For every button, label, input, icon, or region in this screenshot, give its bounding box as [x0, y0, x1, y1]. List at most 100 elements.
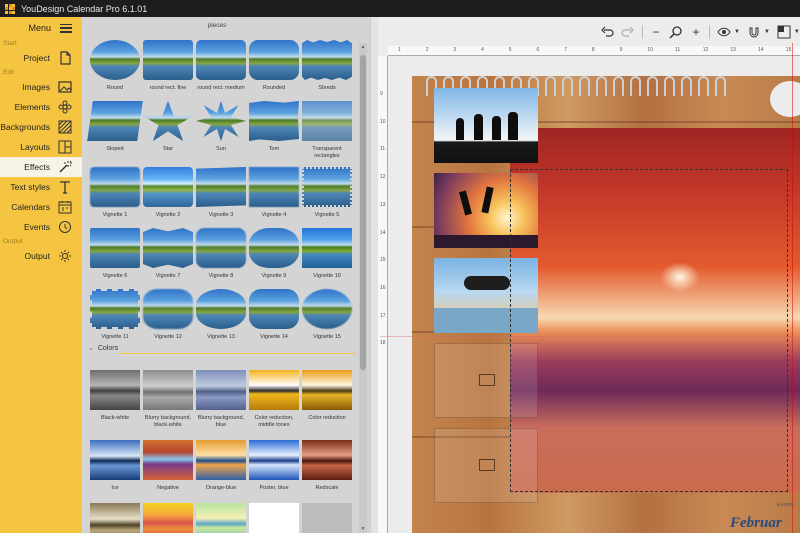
magnet-icon[interactable]	[747, 23, 761, 41]
sidebar-item-label: Text styles	[10, 182, 50, 192]
scroll-thumb[interactable]	[360, 55, 366, 370]
magnet-dropdown-icon[interactable]: ▼	[764, 29, 770, 35]
color-effect-tile[interactable]: Negative	[142, 440, 194, 492]
effect-label: Vignette 15	[313, 334, 341, 340]
effect-tile[interactable]: Vignette 15	[301, 289, 353, 341]
color-effect-tile[interactable]: Ice	[89, 440, 141, 492]
effect-thumbnail	[143, 370, 193, 410]
ruler-tick-label: 15	[785, 47, 792, 53]
sidebar-item-images[interactable]: Images	[0, 77, 82, 97]
effect-tile[interactable]: Shreds	[301, 40, 353, 92]
guide-line-vertical[interactable]	[792, 43, 793, 533]
effect-tile[interactable]: Vignette 13	[195, 289, 247, 341]
sidebar-item-output[interactable]: Output	[0, 246, 82, 266]
gallery-scrollbar[interactable]: ▲ ▼	[359, 43, 367, 533]
section-start: Start	[3, 40, 17, 47]
menu-button[interactable]: Menu	[0, 17, 82, 39]
selection-frame[interactable]	[510, 169, 788, 492]
effect-tile[interactable]: Vignette 2	[142, 167, 194, 219]
scroll-up-icon[interactable]: ▲	[359, 44, 367, 50]
clock-icon	[58, 220, 72, 234]
effect-label: Vignette 10	[313, 273, 341, 279]
effect-tile[interactable]: Vignette 4	[248, 167, 300, 219]
effect-tile[interactable]: Vignette 5	[301, 167, 353, 219]
zoom-icon[interactable]	[669, 23, 683, 41]
effect-tile[interactable]: Vignette 10	[301, 228, 353, 280]
effect-tile[interactable]: Star	[142, 101, 194, 153]
canvas-toolbar: − + ▼ ▼ ▼	[600, 21, 800, 43]
color-effect-tile[interactable]: Color reduction	[301, 370, 353, 422]
effect-tile[interactable]: round rect. medium	[195, 40, 247, 92]
effect-tile[interactable]: round rect. fine	[142, 40, 194, 92]
ruler-tick-label: 13	[380, 201, 386, 208]
effect-thumbnail	[196, 370, 246, 410]
color-effect-tile[interactable]: Blurry background, blue	[195, 370, 247, 429]
effect-tile[interactable]: Vignette 7	[142, 228, 194, 280]
effect-tile[interactable]: Rounded	[248, 40, 300, 92]
guide-line-horizontal[interactable]	[380, 336, 800, 337]
zoom-in-icon[interactable]: +	[690, 23, 702, 41]
effect-thumbnail[interactable]	[302, 503, 352, 533]
effect-thumbnail	[249, 370, 299, 410]
section-edit: Edit	[3, 69, 15, 76]
effect-thumbnail[interactable]	[196, 503, 246, 533]
image-icon	[58, 80, 72, 94]
effect-tile[interactable]: Vignette 14	[248, 289, 300, 341]
effect-thumbnail	[302, 101, 352, 141]
effect-tile[interactable]: Vignette 8	[195, 228, 247, 280]
calendar-page[interactable]	[412, 76, 800, 533]
effect-tile[interactable]: Round	[89, 40, 141, 92]
sidebar-item-text-styles[interactable]: Text styles	[0, 177, 82, 197]
color-effect-tile[interactable]: Color reduction, middle tones	[248, 370, 300, 429]
magic-wand-icon	[58, 160, 72, 174]
sidebar-item-backgrounds[interactable]: Backgrounds	[0, 117, 82, 137]
eye-dropdown-icon[interactable]: ▼	[734, 29, 740, 35]
effect-tile[interactable]: Sun	[195, 101, 247, 153]
eye-icon[interactable]	[717, 23, 731, 41]
toolbar-divider	[709, 25, 710, 39]
effect-tile[interactable]: Vignette 3	[195, 167, 247, 219]
effect-label: Color reduction, middle tones	[254, 415, 294, 428]
effect-tile[interactable]: Sloped	[87, 101, 143, 153]
grid-dropdown-icon[interactable]: ▼	[794, 29, 800, 35]
effect-thumbnail[interactable]	[143, 503, 193, 533]
color-effect-tile[interactable]: Orange-blue	[195, 440, 247, 492]
color-effect-tile[interactable]: Blurry background, black-white	[142, 370, 194, 429]
redo-icon[interactable]	[621, 23, 635, 41]
panel-splitter[interactable]	[370, 17, 378, 533]
effect-thumbnail	[143, 167, 193, 207]
sidebar-item-layouts[interactable]: Layouts	[0, 137, 82, 157]
effect-label: Vignette 1	[102, 212, 128, 218]
effect-tile[interactable]: Transparent rectangles	[301, 101, 353, 160]
effect-thumbnail	[90, 289, 140, 329]
undo-icon[interactable]	[600, 23, 614, 41]
color-effect-tile[interactable]: Poster, blue	[248, 440, 300, 492]
color-effect-tile[interactable]: Redscale	[301, 440, 353, 492]
effect-tile[interactable]: Vignette 11	[89, 289, 141, 341]
effect-tile[interactable]: Vignette 1	[89, 167, 141, 219]
effect-thumbnail	[302, 167, 352, 207]
effect-label: Vignette 4	[261, 212, 287, 218]
vertical-ruler: 9 10 11 12 13 14 15 16 17 18	[378, 56, 388, 533]
ruler-tick-label: 15	[380, 257, 386, 264]
sidebar-item-elements[interactable]: Elements	[0, 97, 82, 117]
calendar-icon	[58, 200, 72, 214]
effect-tile[interactable]: Torn	[248, 101, 300, 153]
color-effect-tile[interactable]: Black-white	[89, 370, 141, 422]
sidebar-item-effects[interactable]: Effects	[0, 157, 82, 177]
effect-tile[interactable]: Vignette 9	[248, 228, 300, 280]
colors-section-header[interactable]: ⌄ Colors	[88, 344, 356, 354]
effect-tile[interactable]: Vignette 12	[142, 289, 194, 341]
sidebar-item-project[interactable]: Project	[0, 48, 82, 68]
effect-thumbnail[interactable]	[249, 503, 299, 533]
friends-silhouette-photo[interactable]	[434, 88, 538, 163]
sidebar-item-label: Project	[23, 53, 50, 63]
sidebar-item-events[interactable]: Events	[0, 217, 82, 237]
sidebar-item-calendars[interactable]: Calendars	[0, 197, 82, 217]
effect-thumbnail[interactable]	[90, 503, 140, 533]
scroll-down-icon[interactable]: ▼	[359, 526, 367, 532]
zoom-out-icon[interactable]: −	[650, 23, 662, 41]
grid-icon[interactable]	[777, 23, 791, 41]
month-title[interactable]: Februar	[730, 515, 782, 532]
effect-tile[interactable]: Vignette 6	[89, 228, 141, 280]
